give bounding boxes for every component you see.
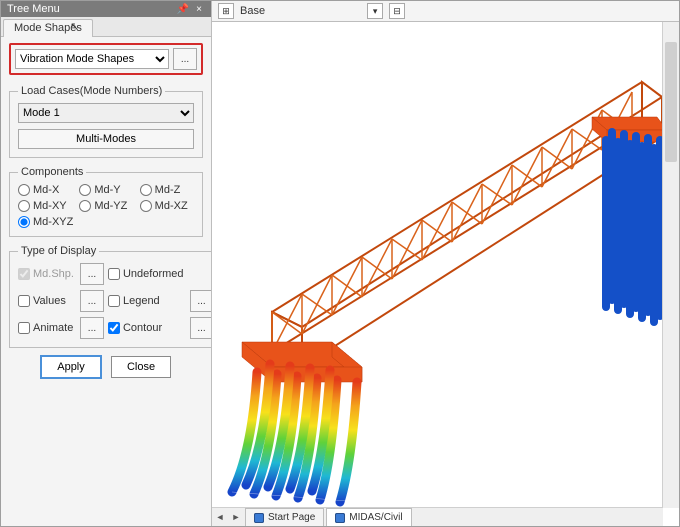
close-icon[interactable]: × [193,3,205,15]
tree-header: Tree Menu 📌 × [1,1,211,17]
legend-more-button[interactable]: ... [190,290,211,312]
tree-panel: Tree Menu 📌 × Mode Shapes ↖ Vibration Mo… [1,1,212,526]
start-icon [254,513,264,523]
radio-mdy[interactable]: Md-Y [79,184,133,196]
radio-mdxyz[interactable]: Md-XYZ [18,216,73,228]
display-group: Type of Display Md.Shp. ... Undeformed V… [9,245,211,348]
viewport: ⊞ Base ▾ ⊟ [212,1,679,526]
panel-tabs: Mode Shapes ↖ [1,17,211,37]
check-legend[interactable]: Legend [108,295,184,307]
radio-mdxz[interactable]: Md-XZ [140,200,194,212]
close-button[interactable]: Close [111,356,171,378]
viewport-toolbar: ⊞ Base ▾ ⊟ [212,1,679,22]
components-legend: Components [18,166,86,178]
base-label: Base [240,5,265,17]
tree-title: Tree Menu [7,3,60,15]
tab-scroll-right-icon[interactable]: ► [228,509,244,525]
model-canvas[interactable]: ◄ ► Start Page MIDAS/Civil [212,22,679,526]
loadcases-legend: Load Cases(Mode Numbers) [18,85,165,97]
values-more-button[interactable]: ... [80,290,104,312]
mdshp-more-button[interactable]: ... [80,263,104,285]
check-undeformed[interactable]: Undeformed [108,268,184,280]
scrollbar-vertical[interactable] [662,22,679,508]
cursor-icon: ↖ [70,20,79,33]
apply-button[interactable]: Apply [41,356,101,378]
display-legend: Type of Display [18,245,99,257]
contour-more-button[interactable]: ... [190,317,211,339]
main-select[interactable]: Vibration Mode Shapes [15,49,169,69]
check-mdshp: Md.Shp. [18,268,74,280]
main-select-more-button[interactable]: ... [173,48,197,70]
midas-icon [335,513,345,523]
check-values[interactable]: Values [18,295,74,307]
components-group: Components Md-X Md-Y Md-Z Md-XY Md-YZ Md… [9,166,203,237]
check-animate[interactable]: Animate [18,322,74,334]
radio-mdx[interactable]: Md-X [18,184,73,196]
multi-modes-button[interactable]: Multi-Modes [18,129,194,149]
pin-icon[interactable]: 📌 [177,3,189,15]
radio-mdxy[interactable]: Md-XY [18,200,73,212]
tab-start-page[interactable]: Start Page [245,508,324,527]
animate-more-button[interactable]: ... [80,317,104,339]
scrollbar-horizontal[interactable]: ◄ ► Start Page MIDAS/Civil [212,507,663,526]
mode-select[interactable]: Mode 1 [18,103,194,123]
toolbar-icon-1[interactable]: ⊞ [218,3,234,19]
bridge-svg [212,22,667,512]
tab-midas-civil[interactable]: MIDAS/Civil [326,508,411,527]
loadcases-group: Load Cases(Mode Numbers) Mode 1 Multi-Mo… [9,85,203,158]
radio-mdz[interactable]: Md-Z [140,184,194,196]
main-dropdown-highlight: Vibration Mode Shapes ... [9,43,203,75]
toolbar-icon-3[interactable]: ⊟ [389,3,405,19]
check-contour[interactable]: Contour [108,322,184,334]
radio-mdyz[interactable]: Md-YZ [79,200,133,212]
toolbar-icon-2[interactable]: ▾ [367,3,383,19]
tab-mode-shapes[interactable]: Mode Shapes ↖ [3,19,93,37]
tab-scroll-left-icon[interactable]: ◄ [212,509,228,525]
